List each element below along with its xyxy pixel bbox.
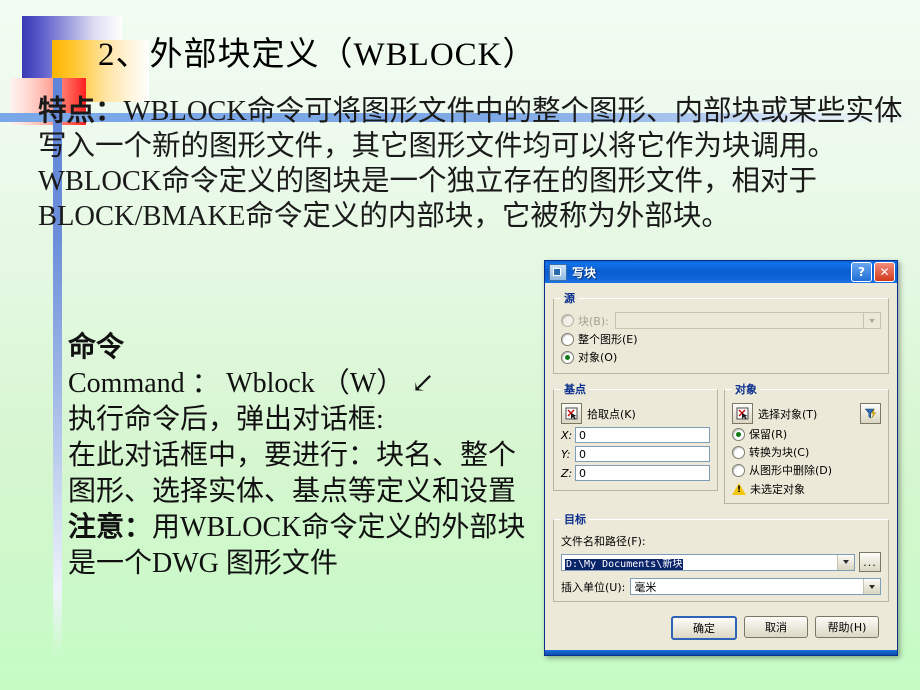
radio-objects-label: 对象(O) (578, 351, 618, 364)
quick-select-icon[interactable] (860, 403, 881, 424)
select-objects-label: 选择对象(T) (758, 407, 818, 421)
units-chevron-down-icon[interactable] (863, 579, 880, 594)
y-input[interactable]: 0 (575, 446, 710, 462)
retain-label: 保留(R) (749, 428, 788, 441)
pick-point-row[interactable]: 拾取点(K) (561, 403, 710, 424)
convert-to-block-label: 转换为块(C) (749, 446, 810, 459)
select-objects-icon[interactable] (732, 403, 753, 424)
objects-column: 对象 选择对象(T) 保留(R) 转换为块(C) 从图形中删除(D) ! 未选定… (724, 381, 889, 511)
radio-block[interactable] (561, 314, 574, 327)
command-block: 命令 Command ： Wblock （W） ↙ 执行命令后，弹出对话框: 在… (68, 330, 538, 582)
convert-to-block-row[interactable]: 转换为块(C) (732, 444, 881, 460)
source-objects-row[interactable]: 对象(O) (561, 349, 881, 365)
z-label: Z: (561, 466, 573, 480)
delete-from-drawing-row[interactable]: 从图形中删除(D) (732, 462, 881, 478)
filename-row[interactable]: D:\My Documents\新块 ... (561, 552, 881, 572)
dialog-titlebar[interactable]: 写块 ? ✕ (545, 261, 897, 283)
command-syntax: Command ： Wblock （W） ↙ (68, 368, 435, 399)
objects-status-text: 未选定对象 (750, 483, 805, 496)
wblock-dialog[interactable]: 写块 ? ✕ 源 块(B): 整个图形(E) 对象(O) 基点 拾取点(K) X… (544, 260, 898, 656)
delete-from-drawing-label: 从图形中删除(D) (749, 464, 833, 477)
source-group-legend: 源 (564, 292, 575, 305)
radio-objects[interactable] (561, 350, 574, 364)
radio-entire-drawing[interactable] (561, 332, 574, 346)
close-icon[interactable]: ✕ (874, 262, 895, 282)
base-point-legend: 基点 (564, 383, 586, 396)
retain-row[interactable]: 保留(R) (732, 426, 881, 442)
base-point-column: 基点 拾取点(K) X: 0 Y: 0 Z: 0 (553, 381, 718, 511)
base-point-y-row[interactable]: Y: 0 (561, 446, 710, 462)
help-button[interactable]: 帮助(H) (815, 616, 879, 638)
dialog-status-strip (545, 650, 897, 655)
radio-block-label: 块(B): (578, 314, 609, 328)
radio-convert-to-block[interactable] (732, 445, 745, 459)
filename-combo[interactable]: D:\My Documents\新块 (561, 553, 855, 571)
slide-title: 2、外部块定义（WBLOCK） (98, 37, 537, 73)
radio-retain[interactable] (732, 427, 745, 441)
base-point-group: 基点 拾取点(K) X: 0 Y: 0 Z: 0 (553, 381, 718, 491)
dialog-title: 写块 (572, 265, 597, 280)
x-input[interactable]: 0 (575, 427, 710, 443)
objects-status-row: 未选定对象 (732, 481, 881, 497)
x-label: X: (561, 428, 573, 442)
destination-group: 目标 文件名和路径(F): D:\My Documents\新块 ... 插入单… (553, 511, 889, 602)
after-exec-line: 执行命令后，弹出对话框: (68, 404, 384, 435)
feature-paragraph-body: WBLOCK命令可将图形文件中的整个图形、内部块或某些实体写入一个新的图形文件，… (38, 96, 903, 232)
browse-button[interactable]: ... (859, 552, 881, 572)
filename-label: 文件名和路径(F): (561, 535, 646, 548)
radio-entire-drawing-label: 整个图形(E) (578, 333, 638, 346)
note-line: 注意：用WBLOCK命令定义的外部块是一个DWG 图形文件 (68, 510, 538, 582)
block-name-combo[interactable] (614, 312, 881, 329)
note-label: 注意： (68, 512, 153, 543)
chevron-down-icon[interactable] (863, 313, 880, 328)
warning-icon (732, 483, 746, 495)
insert-units-value: 毫米 (634, 580, 657, 594)
feature-paragraph-label: 特点： (38, 96, 124, 127)
base-point-x-row[interactable]: X: 0 (561, 427, 710, 443)
select-objects-row[interactable]: 选择对象(T) (732, 403, 881, 424)
basepoint-objects-row: 基点 拾取点(K) X: 0 Y: 0 Z: 0 对象 选择对象(T) 保留(R… (553, 381, 889, 511)
insert-units-combo[interactable]: 毫米 (630, 578, 881, 595)
filename-chevron-down-icon[interactable] (837, 554, 854, 570)
pick-point-label: 拾取点(K) (587, 407, 636, 421)
insert-units-row[interactable]: 插入单位(U): 毫米 (561, 578, 881, 595)
feature-paragraph: 特点：WBLOCK命令可将图形文件中的整个图形、内部块或某些实体写入一个新的图形… (38, 94, 910, 234)
insert-units-label: 插入单位(U): (561, 580, 626, 594)
objects-legend: 对象 (735, 383, 757, 396)
y-label: Y: (561, 447, 571, 461)
destination-legend: 目标 (564, 513, 586, 526)
source-block-row[interactable]: 块(B): (561, 312, 881, 329)
filename-value: D:\My Documents\新块 (565, 558, 684, 570)
dialog-button-bar: 确定 取消 帮助(H) (553, 609, 889, 640)
ok-button[interactable]: 确定 (671, 616, 737, 640)
help-icon[interactable]: ? (851, 262, 872, 282)
dialog-steps-line: 在此对话框中，要进行：块名、整个图形、选择实体、基点等定义和设置 (68, 440, 517, 507)
cancel-button[interactable]: 取消 (744, 616, 808, 638)
objects-group: 对象 选择对象(T) 保留(R) 转换为块(C) 从图形中删除(D) ! 未选定… (724, 381, 889, 504)
dialog-body: 源 块(B): 整个图形(E) 对象(O) 基点 拾取点(K) X: 0 Y: … (545, 283, 897, 646)
source-entire-drawing-row[interactable]: 整个图形(E) (561, 331, 881, 347)
base-point-z-row[interactable]: Z: 0 (561, 465, 710, 481)
source-group: 源 块(B): 整个图形(E) 对象(O) (553, 290, 889, 374)
radio-delete-from-drawing[interactable] (732, 463, 745, 477)
command-heading: 命令 (68, 332, 125, 363)
wblock-app-icon (549, 263, 567, 281)
z-input[interactable]: 0 (575, 465, 710, 481)
pick-point-icon[interactable] (561, 403, 582, 424)
